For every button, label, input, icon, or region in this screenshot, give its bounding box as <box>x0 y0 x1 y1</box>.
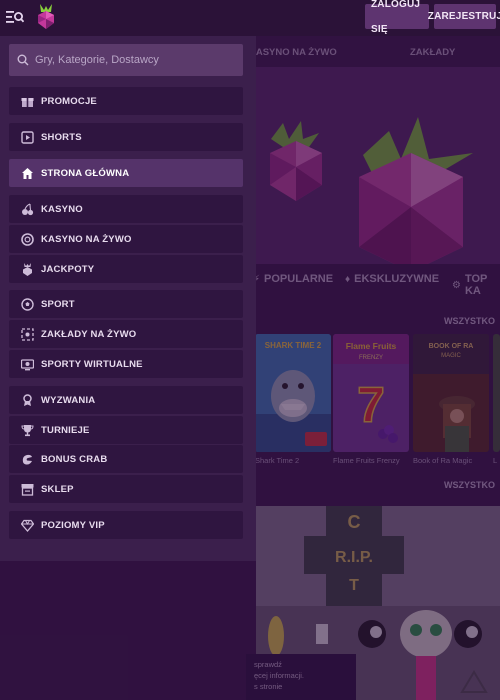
sidebar-item-home[interactable]: STRONA GŁÓWNA <box>9 159 243 187</box>
search-input[interactable] <box>35 54 230 66</box>
home-icon <box>20 166 34 180</box>
game-tile[interactable]: Flame Fruits FRENZY 7 <box>333 334 409 452</box>
medal-icon <box>20 393 34 407</box>
crab-claw-icon <box>20 452 34 466</box>
svg-text:BOOK OF RA: BOOK OF RA <box>429 343 474 350</box>
svg-text:7: 7 <box>357 377 385 433</box>
menu-search-icon[interactable] <box>6 9 24 25</box>
sidebar-item-bonus-crab[interactable]: BONUS CRAB <box>9 445 243 473</box>
game-title: Flame Fruits Frenzy <box>333 456 400 465</box>
tab-popular[interactable]: ⚡ POPULARNE <box>253 273 333 285</box>
virtual-sports-icon <box>20 357 34 371</box>
top-bar: ZALOGUJ SIĘ ZAREJESTRUJ <box>0 0 500 36</box>
sidebar-item-promotions[interactable]: PROMOCJE <box>9 87 243 115</box>
subnav-bets[interactable]: ZAKŁADY <box>410 47 455 58</box>
sidebar-menu: PROMOCJE SHORTS STRONA GŁÓWNA KASYNO KAS… <box>0 36 256 561</box>
tab-top[interactable]: ⚙ TOP KA <box>452 273 500 297</box>
shop-icon <box>20 482 34 496</box>
sidebar-item-live-casino[interactable]: KASYNO NA ŻYWO <box>9 225 243 253</box>
sidebar-item-sport[interactable]: SPORT <box>9 290 243 318</box>
svg-text:C: C <box>348 512 361 532</box>
sidebar-item-shop[interactable]: SKLEP <box>9 475 243 503</box>
diamond-icon: ♦ <box>345 273 351 285</box>
see-all-link-2[interactable]: WSZYSTKO <box>444 480 495 490</box>
game-title: L <box>493 456 498 465</box>
games-row: SHARK TIME 2 Flame Fruits FRENZY 7 BOOK … <box>243 334 500 474</box>
trophy-icon <box>20 423 34 437</box>
sidebar-item-casino[interactable]: KASYNO <box>9 195 243 223</box>
info-tooltip: sprawdź ęcej informacji. s stronie <box>246 654 356 700</box>
category-tabs: ⚡ POPULARNE ♦ EKSKLUZYWNE ⚙ TOP KA <box>243 264 500 308</box>
soccer-ball-icon <box>20 297 34 311</box>
chip-icon: ⚙ <box>452 279 461 291</box>
sidebar-item-jackpots[interactable]: JACKPOTY <box>9 255 243 283</box>
register-button[interactable]: ZAREJESTRUJ <box>428 4 500 29</box>
raspberry-icon <box>20 262 34 276</box>
gift-icon <box>20 94 34 108</box>
search-box[interactable] <box>9 44 243 76</box>
raspberry-logo-icon[interactable] <box>36 4 56 30</box>
see-all-link-1[interactable]: WSZYSTKO <box>444 316 495 326</box>
diamond-icon <box>20 518 34 532</box>
cherries-icon <box>20 202 34 216</box>
game-title: Book of Ra Magic <box>413 456 473 465</box>
svg-text:R.I.P.: R.I.P. <box>335 549 373 566</box>
game-tile[interactable] <box>493 334 500 452</box>
sidebar-item-tournaments[interactable]: TURNIEJE <box>9 416 243 444</box>
sidebar-item-vip-levels[interactable]: POZIOMY VIP <box>9 511 243 539</box>
hero-banner[interactable] <box>243 67 500 264</box>
game-title: Shark Time 2 <box>255 456 300 465</box>
shorts-icon <box>20 130 34 144</box>
sidebar-item-live-betting[interactable]: ZAKŁADY NA ŻYWO <box>9 320 243 348</box>
search-icon <box>17 54 29 66</box>
chip-icon <box>20 232 34 246</box>
game-tile[interactable]: BOOK OF RA MAGIC <box>413 334 489 452</box>
subnav-live-casino[interactable]: KASYNO NA ŻYWO <box>249 47 337 58</box>
raspberry-hero-art <box>243 67 500 264</box>
svg-text:FRENZY: FRENZY <box>359 355 383 361</box>
sidebar-item-challenges[interactable]: WYZWANIA <box>9 386 243 414</box>
live-bet-icon <box>20 327 34 341</box>
login-button[interactable]: ZALOGUJ SIĘ <box>365 0 429 35</box>
svg-text:Flame Fruits: Flame Fruits <box>346 341 397 351</box>
tab-exclusive[interactable]: ♦ EKSKLUZYWNE <box>345 273 439 285</box>
svg-text:SHARK TIME 2: SHARK TIME 2 <box>265 341 322 350</box>
svg-text:T: T <box>349 577 359 594</box>
sidebar-item-virtual-sports[interactable]: SPORTY WIRTUALNE <box>9 350 243 378</box>
game-tile[interactable]: SHARK TIME 2 <box>255 334 331 452</box>
svg-text:MAGIC: MAGIC <box>441 353 461 359</box>
sidebar-item-shorts[interactable]: SHORTS <box>9 123 243 151</box>
